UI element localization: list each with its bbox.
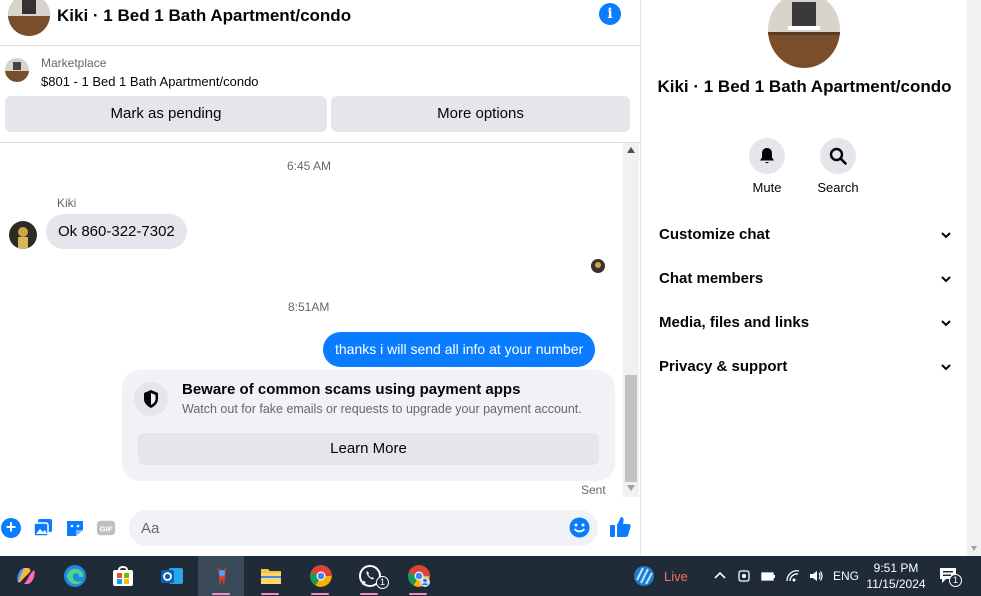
windows-taskbar: 1 Live ENG 9:51 PM 11/15/2024 1: [0, 556, 981, 596]
sender-avatar[interactable]: [9, 221, 37, 249]
plus-icon[interactable]: +: [1, 518, 21, 538]
chrome-icon: [310, 565, 332, 587]
more-options-button[interactable]: More options: [331, 96, 630, 132]
search-icon: [829, 147, 847, 165]
clock-time: 9:51 PM: [873, 561, 919, 575]
scam-warning-title: Beware of common scams using payment app…: [182, 381, 521, 398]
running-indicator: [360, 593, 378, 595]
info-icon[interactable]: i: [599, 3, 621, 25]
scam-warning-body: Watch out for fake emails or requests to…: [182, 402, 582, 416]
chevron-down-icon: [941, 364, 951, 371]
outgoing-message[interactable]: thanks i will send all info at your numb…: [323, 332, 596, 367]
message-thread: 6:45 AM Kiki Ok 860-322-7302 8:51AM than…: [0, 143, 623, 497]
section-label: Privacy & support: [659, 358, 788, 375]
mute-button[interactable]: Mute: [737, 138, 797, 195]
whatsapp-app[interactable]: 1: [346, 556, 392, 596]
running-indicator: [311, 593, 329, 595]
chevron-down-icon: [941, 320, 951, 327]
like-icon[interactable]: [609, 515, 631, 539]
scroll-down-arrow[interactable]: [971, 546, 977, 551]
folder-icon: [261, 569, 281, 584]
clock[interactable]: 9:51 PM 11/15/2024: [866, 560, 926, 592]
message-composer: + GIF: [0, 509, 641, 549]
edge-app[interactable]: [51, 556, 97, 596]
outlook-icon: [161, 568, 183, 584]
image-icon[interactable]: [33, 518, 53, 538]
conversation-details-pane: Kiki · 1 Bed 1 Bath Apartment/condo Mute…: [642, 0, 967, 556]
sender-name: Kiki: [57, 196, 77, 210]
chrome-profile-icon: [408, 565, 430, 587]
sticker-icon[interactable]: [65, 518, 85, 538]
thread-scrollbar[interactable]: [623, 143, 639, 497]
whatsapp-badge: 1: [376, 576, 389, 589]
app-icon: [218, 566, 226, 586]
search-label: Search: [817, 180, 859, 195]
search-button[interactable]: Search: [808, 138, 868, 195]
live-label[interactable]: Live: [664, 569, 688, 584]
listing-title[interactable]: $801 - 1 Bed 1 Bath Apartment/condo: [41, 74, 259, 89]
store-icon: [113, 566, 133, 586]
learn-more-button[interactable]: Learn More: [138, 433, 599, 465]
section-media-files-links[interactable]: Media, files and links: [659, 308, 951, 338]
scroll-down-arrow[interactable]: [627, 485, 635, 491]
volume-icon[interactable]: [808, 568, 824, 584]
details-avatar: [768, 0, 840, 68]
incoming-message[interactable]: Ok 860-322-7302: [46, 214, 187, 249]
copilot-app[interactable]: [2, 556, 48, 596]
clock-date: 11/15/2024: [866, 577, 926, 591]
message-timestamp: 8:51AM: [288, 300, 330, 314]
chevron-down-icon: [941, 276, 951, 283]
notification-center-button[interactable]: 1: [939, 566, 962, 587]
edge-icon: [64, 565, 86, 587]
details-scrollbar[interactable]: [967, 0, 981, 556]
copilot-icon: [17, 568, 35, 584]
bell-icon: [760, 148, 774, 164]
conversation-title: Kiki · 1 Bed 1 Bath Apartment/condo: [57, 6, 352, 25]
running-indicator: [261, 593, 279, 595]
active-indicator: [212, 593, 230, 595]
meet-now-icon[interactable]: [736, 568, 752, 584]
details-title: Kiki · 1 Bed 1 Bath Apartment/condo: [657, 77, 952, 96]
listing-thumbnail[interactable]: [5, 58, 29, 82]
battery-icon[interactable]: [760, 568, 776, 584]
emoji-icon[interactable]: [569, 517, 590, 538]
section-chat-members[interactable]: Chat members: [659, 264, 951, 294]
section-label: Chat members: [659, 270, 764, 287]
chevron-up-icon[interactable]: [712, 568, 728, 584]
store-app[interactable]: [99, 556, 145, 596]
message-timestamp: 6:45 AM: [287, 159, 332, 173]
chat-pane: Kiki · 1 Bed 1 Bath Apartment/condo i Ma…: [0, 0, 641, 556]
outlook-app[interactable]: [148, 556, 194, 596]
chat-header: Kiki · 1 Bed 1 Bath Apartment/condo i: [0, 0, 641, 46]
scam-warning-card: Beware of common scams using payment app…: [122, 370, 615, 481]
listing-avatar[interactable]: [8, 0, 50, 36]
scroll-up-arrow[interactable]: [627, 147, 635, 153]
gif-icon[interactable]: GIF: [96, 518, 116, 538]
section-customize-chat[interactable]: Customize chat: [659, 220, 951, 250]
taskbar-app-active[interactable]: [198, 556, 244, 596]
file-explorer-app[interactable]: [247, 556, 293, 596]
marketplace-listing-bar: Marketplace $801 - 1 Bed 1 Bath Apartmen…: [0, 46, 641, 143]
message-input[interactable]: [129, 510, 598, 546]
seen-receipt-avatar: [591, 259, 605, 273]
chrome-app-1[interactable]: [297, 556, 343, 596]
section-privacy-support[interactable]: Privacy & support: [659, 352, 951, 382]
section-label: Customize chat: [659, 226, 770, 243]
chevron-down-icon: [941, 232, 951, 239]
running-indicator: [409, 593, 427, 595]
mark-as-pending-button[interactable]: Mark as pending: [5, 96, 327, 132]
live-weather-icon[interactable]: [633, 565, 655, 587]
scroll-thumb[interactable]: [625, 375, 637, 482]
wifi-icon[interactable]: [785, 568, 801, 584]
shield-icon: [134, 382, 168, 416]
notification-count: 1: [949, 574, 962, 587]
mute-label: Mute: [752, 180, 782, 195]
sent-status: Sent: [581, 483, 606, 497]
svg-text:GIF: GIF: [100, 525, 113, 534]
section-label: Media, files and links: [659, 314, 810, 331]
input-language[interactable]: ENG: [833, 569, 859, 583]
listing-kicker: Marketplace: [41, 56, 107, 70]
chrome-app-2[interactable]: [395, 556, 441, 596]
